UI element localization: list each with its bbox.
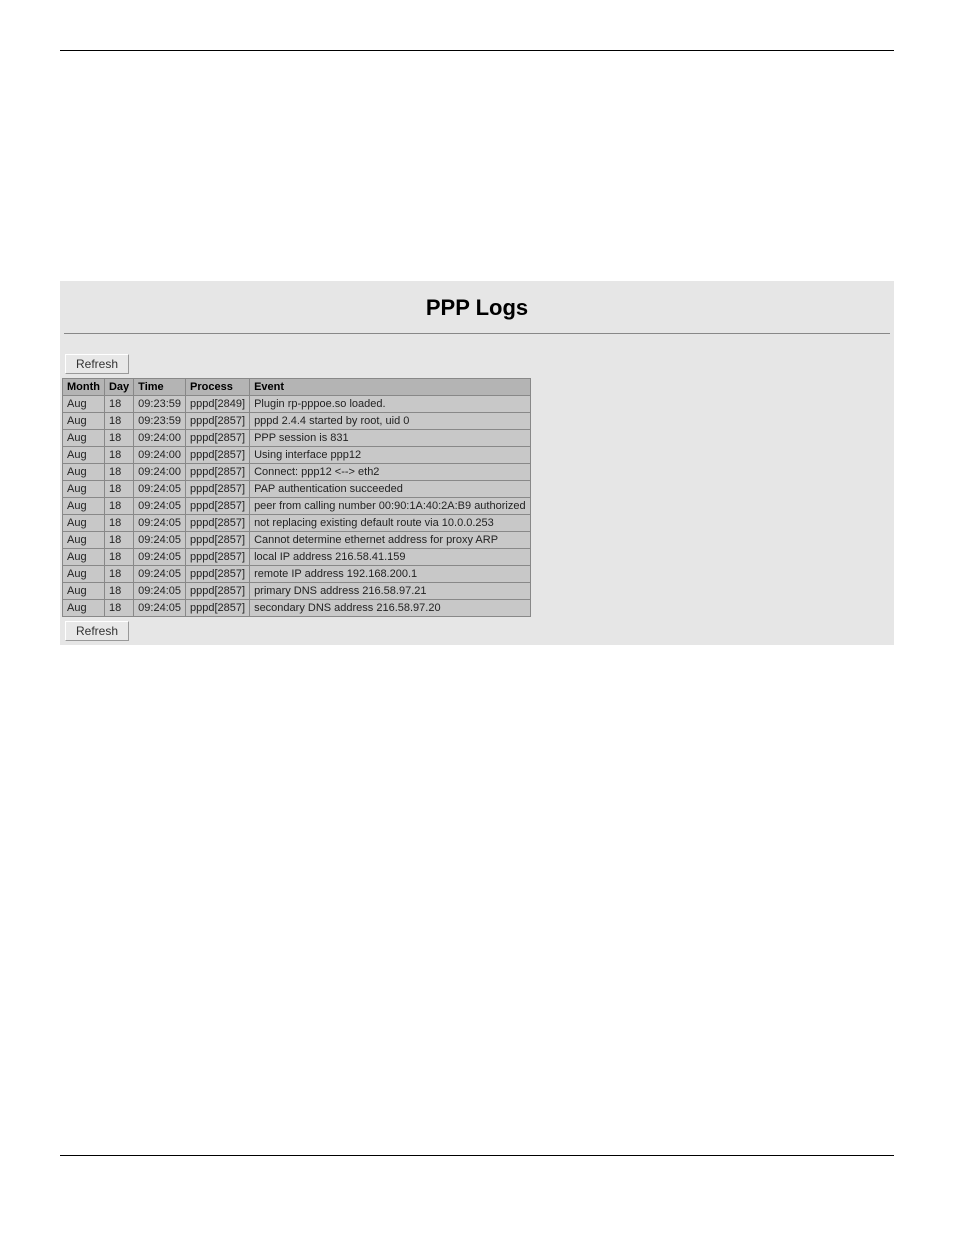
cell-event: not replacing existing default route via… [250,515,531,532]
cell-month: Aug [63,396,105,413]
cell-time: 09:24:00 [134,447,186,464]
cell-event: PAP authentication succeeded [250,481,531,498]
cell-process: pppd[2857] [186,430,250,447]
bottom-divider [60,1155,894,1156]
cell-day: 18 [104,396,133,413]
cell-month: Aug [63,430,105,447]
cell-day: 18 [104,498,133,515]
cell-time: 09:24:05 [134,532,186,549]
cell-time: 09:24:05 [134,566,186,583]
cell-event: pppd 2.4.4 started by root, uid 0 [250,413,531,430]
refresh-button-top[interactable]: Refresh [65,354,129,374]
table-row: Aug1809:23:59pppd[2849]Plugin rp-pppoe.s… [63,396,531,413]
cell-process: pppd[2857] [186,481,250,498]
cell-day: 18 [104,464,133,481]
cell-month: Aug [63,532,105,549]
cell-day: 18 [104,413,133,430]
cell-day: 18 [104,600,133,617]
cell-time: 09:23:59 [134,413,186,430]
cell-time: 09:24:00 [134,430,186,447]
col-month: Month [63,379,105,396]
cell-event: Connect: ppp12 <--> eth2 [250,464,531,481]
table-row: Aug1809:24:05pppd[2857]Cannot determine … [63,532,531,549]
cell-day: 18 [104,481,133,498]
table-row: Aug1809:24:05pppd[2857]secondary DNS add… [63,600,531,617]
cell-process: pppd[2857] [186,498,250,515]
cell-event: secondary DNS address 216.58.97.20 [250,600,531,617]
cell-day: 18 [104,532,133,549]
cell-event: peer from calling number 00:90:1A:40:2A:… [250,498,531,515]
table-header-row: Month Day Time Process Event [63,379,531,396]
cell-month: Aug [63,481,105,498]
cell-month: Aug [63,498,105,515]
cell-process: pppd[2849] [186,396,250,413]
cell-time: 09:24:05 [134,549,186,566]
cell-process: pppd[2857] [186,566,250,583]
col-time: Time [134,379,186,396]
cell-day: 18 [104,430,133,447]
cell-process: pppd[2857] [186,515,250,532]
cell-event: remote IP address 192.168.200.1 [250,566,531,583]
cell-process: pppd[2857] [186,600,250,617]
cell-process: pppd[2857] [186,549,250,566]
col-process: Process [186,379,250,396]
page-title: PPP Logs [60,281,894,333]
col-day: Day [104,379,133,396]
cell-day: 18 [104,447,133,464]
cell-month: Aug [63,566,105,583]
cell-time: 09:24:05 [134,583,186,600]
table-row: Aug1809:24:05pppd[2857]not replacing exi… [63,515,531,532]
table-row: Aug1809:24:00pppd[2857]Using interface p… [63,447,531,464]
cell-day: 18 [104,583,133,600]
table-row: Aug1809:24:05pppd[2857]remote IP address… [63,566,531,583]
table-row: Aug1809:24:05pppd[2857]primary DNS addre… [63,583,531,600]
cell-month: Aug [63,600,105,617]
col-event: Event [250,379,531,396]
logs-panel: PPP Logs Refresh Month Day Time Process … [60,281,894,645]
title-divider [64,333,890,334]
cell-month: Aug [63,515,105,532]
log-table: Month Day Time Process Event Aug1809:23:… [62,378,531,617]
table-row: Aug1809:24:00pppd[2857]PPP session is 83… [63,430,531,447]
cell-process: pppd[2857] [186,413,250,430]
cell-day: 18 [104,515,133,532]
cell-month: Aug [63,447,105,464]
cell-event: primary DNS address 216.58.97.21 [250,583,531,600]
cell-event: PPP session is 831 [250,430,531,447]
table-row: Aug1809:24:00pppd[2857]Connect: ppp12 <-… [63,464,531,481]
cell-month: Aug [63,413,105,430]
cell-month: Aug [63,464,105,481]
cell-process: pppd[2857] [186,532,250,549]
table-row: Aug1809:24:05pppd[2857]local IP address … [63,549,531,566]
top-button-row: Refresh [60,354,894,374]
refresh-button-bottom[interactable]: Refresh [65,621,129,641]
top-divider [60,50,894,51]
cell-event: Cannot determine ethernet address for pr… [250,532,531,549]
cell-month: Aug [63,549,105,566]
cell-time: 09:23:59 [134,396,186,413]
cell-event: Using interface ppp12 [250,447,531,464]
cell-time: 09:24:05 [134,600,186,617]
table-row: Aug1809:24:05pppd[2857]peer from calling… [63,498,531,515]
cell-time: 09:24:05 [134,481,186,498]
cell-time: 09:24:00 [134,464,186,481]
cell-day: 18 [104,566,133,583]
cell-process: pppd[2857] [186,447,250,464]
cell-event: local IP address 216.58.41.159 [250,549,531,566]
cell-time: 09:24:05 [134,498,186,515]
cell-day: 18 [104,549,133,566]
cell-process: pppd[2857] [186,583,250,600]
table-row: Aug1809:23:59pppd[2857]pppd 2.4.4 starte… [63,413,531,430]
cell-process: pppd[2857] [186,464,250,481]
table-row: Aug1809:24:05pppd[2857]PAP authenticatio… [63,481,531,498]
cell-time: 09:24:05 [134,515,186,532]
cell-event: Plugin rp-pppoe.so loaded. [250,396,531,413]
cell-month: Aug [63,583,105,600]
bottom-button-row: Refresh [60,621,894,645]
